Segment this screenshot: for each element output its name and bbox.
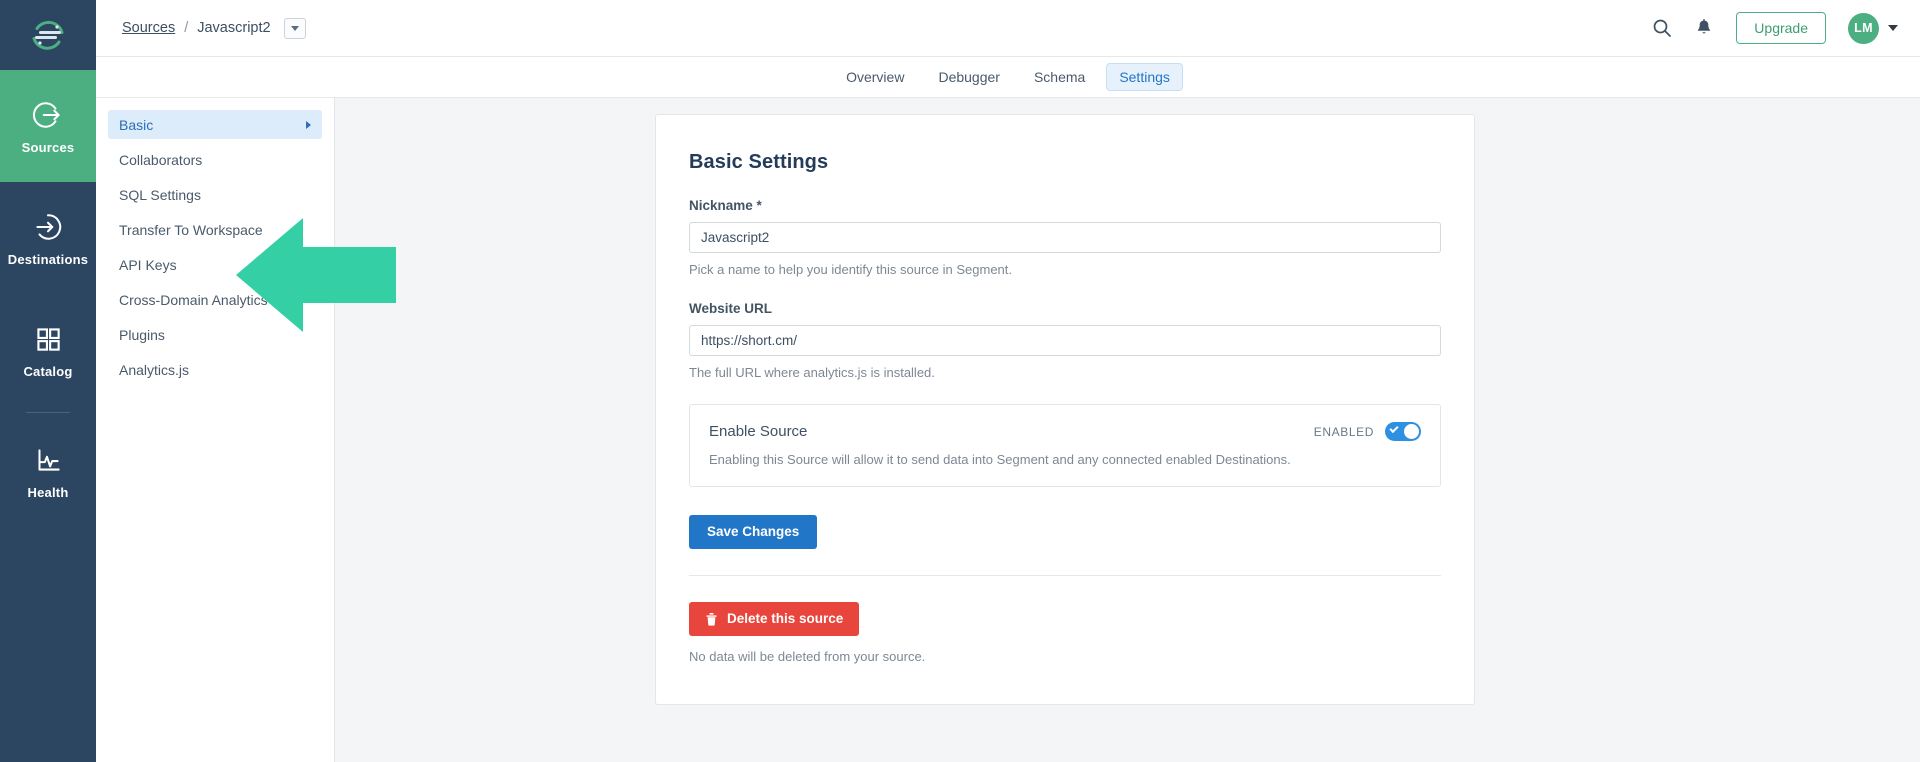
sidebar-item-label: Cross-Domain Analytics [119,292,268,308]
bell-icon[interactable] [1694,18,1714,38]
website-url-help-text: The full URL where analytics.js is insta… [689,365,1441,380]
sidebar-item-collaborators[interactable]: Collaborators [108,145,322,174]
sidebar-item-plugins[interactable]: Plugins [108,320,322,349]
rail-item-destinations[interactable]: Destinations [0,182,96,294]
rail-label-catalog: Catalog [23,365,72,378]
grid-squares-icon [31,322,65,356]
delete-source-note: No data will be deleted from your source… [689,649,1441,664]
section-divider [689,575,1441,576]
rail-label-destinations: Destinations [8,253,88,266]
delete-source-button[interactable]: Delete this source [689,602,859,636]
bell-glyph [1694,18,1714,38]
sidebar-item-label: Analytics.js [119,362,189,378]
breadcrumb-sources-link[interactable]: Sources [122,20,175,36]
nickname-input[interactable] [689,222,1441,253]
enable-source-title: Enable Source [709,423,807,440]
arrow-out-circle-icon [31,98,65,132]
rail-label-health: Health [28,486,69,499]
search-icon[interactable] [1652,18,1672,38]
line-chart-icon [31,443,65,477]
nickname-label: Nickname * [689,198,1441,213]
tab-settings[interactable]: Settings [1106,63,1183,91]
sidebar-item-label: SQL Settings [119,187,201,203]
avatar: LM [1848,13,1879,44]
app-root: Sources Destinations Catalog [0,0,1920,762]
website-url-field-group: Website URL The full URL where analytics… [689,301,1441,380]
header-actions: Upgrade LM [1652,12,1898,44]
rail-divider [26,412,70,413]
sidebar-item-label: Basic [119,117,153,133]
upgrade-button[interactable]: Upgrade [1736,12,1826,44]
sidebar-item-transfer-to-workspace[interactable]: Transfer To Workspace [108,215,322,244]
primary-nav-rail: Sources Destinations Catalog [0,0,96,762]
rail-item-health[interactable]: Health [0,415,96,527]
sidebar-item-api-keys[interactable]: API Keys [108,250,322,279]
sidebar-item-label: Plugins [119,327,165,343]
segment-logo-glyph [28,15,68,55]
sidebar-item-label: Transfer To Workspace [119,222,263,238]
settings-sidebar: Basic Collaborators SQL Settings Transfe… [96,98,335,762]
sidebar-item-sql-settings[interactable]: SQL Settings [108,180,322,209]
rail-item-catalog[interactable]: Catalog [0,294,96,406]
arrow-in-circle-icon [31,210,65,244]
enable-source-header: Enable Source ENABLED [709,422,1421,441]
rail-item-sources[interactable]: Sources [0,70,96,182]
page-body: Basic Collaborators SQL Settings Transfe… [96,98,1920,762]
chevron-down-icon [1888,25,1898,31]
nickname-help-text: Pick a name to help you identify this so… [689,262,1441,277]
check-icon [1389,424,1398,433]
source-tabs: Overview Debugger Schema Settings [96,56,1920,98]
segment-logo-icon[interactable] [0,0,96,70]
basic-settings-card: Basic Settings Nickname * Pick a name to… [655,114,1475,705]
top-header-bar: Sources / Javascript2 [96,0,1920,56]
delete-source-label: Delete this source [727,612,843,626]
sidebar-item-cross-domain-analytics[interactable]: Cross-Domain Analytics [108,285,322,314]
tab-schema[interactable]: Schema [1021,63,1098,91]
website-url-label: Website URL [689,301,1441,316]
rail-label-sources: Sources [22,141,75,154]
chevron-down-icon [291,26,299,31]
user-menu[interactable]: LM [1848,13,1898,44]
website-url-input[interactable] [689,325,1441,356]
breadcrumb-dropdown-button[interactable] [284,18,306,39]
breadcrumb: Sources / Javascript2 [122,18,306,39]
toggle-knob [1404,424,1419,439]
page-title: Basic Settings [689,151,1441,174]
breadcrumb-separator: / [184,20,188,36]
status-badge: ENABLED [1314,425,1374,439]
main-column: Sources / Javascript2 [96,0,1920,762]
tab-overview[interactable]: Overview [833,63,917,91]
enable-source-control: ENABLED [1314,422,1421,441]
sidebar-item-label: API Keys [119,257,177,273]
enable-source-panel: Enable Source ENABLED Enabling this Sour… [689,404,1441,487]
trash-icon [705,612,718,626]
tab-debugger[interactable]: Debugger [925,63,1013,91]
enable-source-description: Enabling this Source will allow it to se… [709,452,1421,467]
settings-content: Basic Settings Nickname * Pick a name to… [335,98,1920,762]
save-changes-button[interactable]: Save Changes [689,515,817,549]
enable-source-toggle[interactable] [1385,422,1421,441]
sidebar-item-basic[interactable]: Basic [108,110,322,139]
sidebar-item-analytics-js[interactable]: Analytics.js [108,355,322,384]
chevron-right-icon [306,121,311,129]
nickname-field-group: Nickname * Pick a name to help you ident… [689,198,1441,277]
breadcrumb-current: Javascript2 [197,20,270,36]
sidebar-item-label: Collaborators [119,152,202,168]
search-glyph [1652,18,1672,38]
